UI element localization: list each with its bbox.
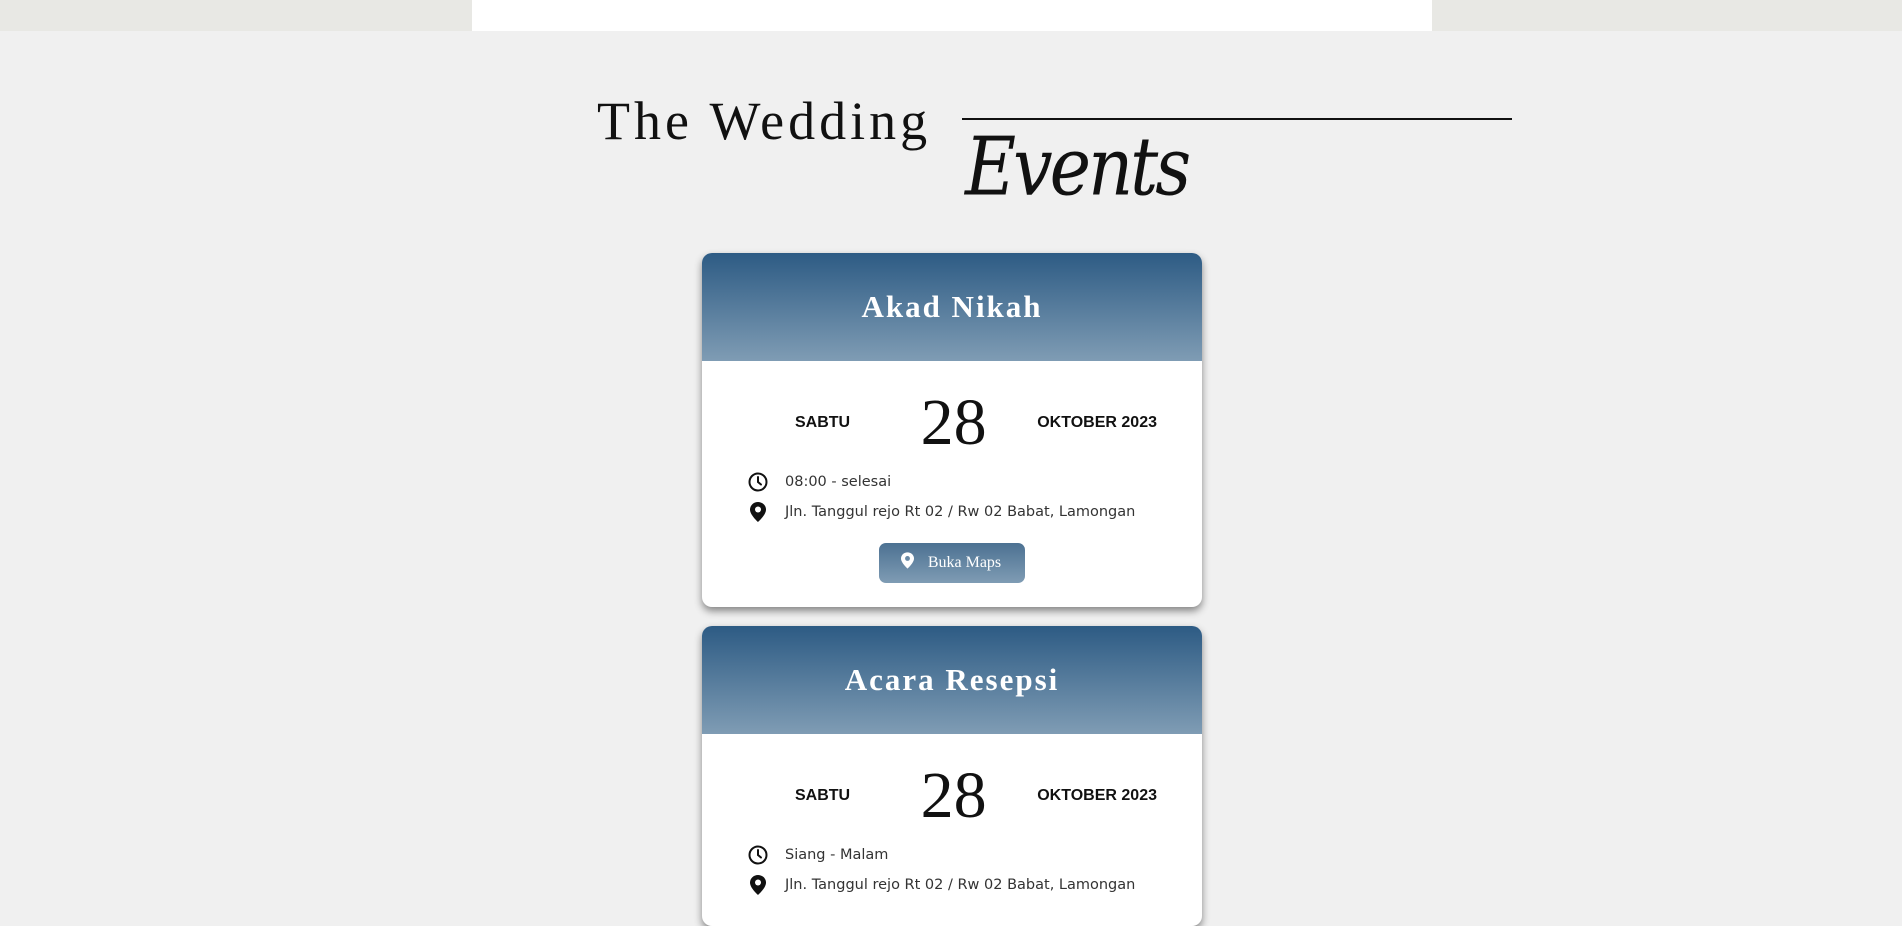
event-day-number: 28 [920,759,987,832]
event-day: SABTU [795,787,851,804]
clock-icon [747,471,769,493]
event-card-header: Acara Resepsi [702,626,1202,734]
event-address: Jln. Tanggul rejo Rt 02 / Rw 02 Babat, L… [785,504,1136,520]
event-date: SABTU 28 OKTOBER 2023 [747,383,1157,463]
event-time: Siang - Malam [785,847,889,863]
open-maps-button[interactable]: Buka Maps [878,543,1026,583]
event-time-row: 08:00 - selesai [747,471,1157,493]
map-pin-icon [747,874,769,896]
map-pin-icon [900,552,914,574]
top-bar [0,0,1902,31]
event-card-akad: Akad Nikah SABTU 28 OKTOBER 2023 08:00 -… [702,253,1202,607]
map-pin-icon [747,501,769,523]
event-time: 08:00 - selesai [785,474,892,490]
event-card-header: Akad Nikah [702,253,1202,361]
event-card-body: SABTU 28 OKTOBER 2023 Siang - Malam Jln.… [702,734,1202,920]
event-time-row: Siang - Malam [747,844,1157,866]
clock-icon [747,844,769,866]
section-title: The Wedding [597,91,932,151]
event-month-year: OKTOBER 2023 [1037,787,1157,804]
top-bar-panel [472,0,1432,31]
event-day-number: 28 [920,386,987,459]
section-heading: The Wedding Events [597,80,1512,260]
event-month-year: OKTOBER 2023 [1037,414,1157,431]
event-title: Acara Resepsi [844,662,1060,697]
event-address-row: Jln. Tanggul rejo Rt 02 / Rw 02 Babat, L… [747,501,1157,523]
event-card-body: SABTU 28 OKTOBER 2023 08:00 - selesai Jl… [702,361,1202,607]
event-title: Akad Nikah [861,289,1043,324]
event-date: SABTU 28 OKTOBER 2023 [747,756,1157,836]
event-address-row: Jln. Tanggul rejo Rt 02 / Rw 02 Babat, L… [747,874,1157,896]
open-maps-label: Buka Maps [927,554,1002,571]
event-card-resepsi: Acara Resepsi SABTU 28 OKTOBER 2023 Sian… [702,626,1202,926]
section-subtitle: Events [965,119,1191,215]
event-address: Jln. Tanggul rejo Rt 02 / Rw 02 Babat, L… [785,877,1136,893]
event-day: SABTU [795,414,851,431]
